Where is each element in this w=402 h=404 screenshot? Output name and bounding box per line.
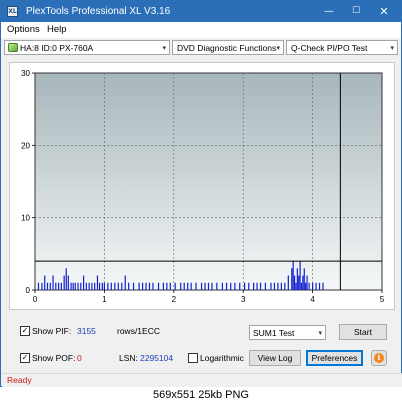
title-bar[interactable]: XL PlexTools Professional XL V3.16 — ☐ ✕ xyxy=(1,1,401,22)
rows-label: rows/1ECC xyxy=(117,326,160,336)
logarithmic-checkbox[interactable] xyxy=(188,353,198,363)
sum-test-value: SUM1 Test xyxy=(253,328,295,338)
pof-value: 0 xyxy=(77,353,82,363)
app-window: XL PlexTools Professional XL V3.16 — ☐ ✕… xyxy=(0,0,402,387)
show-pif-checkbox[interactable]: ✓ xyxy=(20,326,30,336)
chart-panel: 0 1 2 3 4 5 0 10 20 30 xyxy=(9,62,395,310)
info-icon: i xyxy=(374,353,384,363)
minimize-button[interactable]: — xyxy=(315,1,343,22)
drive-icon xyxy=(8,43,18,52)
y-tick-label: 20 xyxy=(21,141,30,150)
pif-value: 3155 xyxy=(77,326,96,336)
test-select[interactable]: Q-Check PI/PO Test ▾ xyxy=(286,40,398,55)
x-tick-label: 1 xyxy=(102,295,107,304)
status-text: Ready xyxy=(7,375,32,385)
chevron-down-icon: ▾ xyxy=(318,329,322,337)
x-tick-label: 2 xyxy=(172,295,177,304)
function-select[interactable]: DVD Diagnostic Functions ▾ xyxy=(172,40,284,55)
info-button[interactable]: i xyxy=(371,350,387,366)
start-button[interactable]: Start xyxy=(339,324,387,340)
menu-help[interactable]: Help xyxy=(47,24,67,36)
lsn-label: LSN: xyxy=(119,353,138,363)
chevron-down-icon: ▾ xyxy=(390,44,394,52)
view-log-button[interactable]: View Log xyxy=(249,350,301,366)
menu-options[interactable]: Options xyxy=(7,24,40,36)
lsn-value: 2295104 xyxy=(140,353,174,363)
x-tick-label: 5 xyxy=(380,295,385,304)
sum-test-select[interactable]: SUM1 Test ▾ xyxy=(249,325,326,340)
test-select-value: Q-Check PI/PO Test xyxy=(291,43,368,53)
y-tick-label: 30 xyxy=(21,69,30,78)
toolbar: HA:8 ID:0 PX-760A ▾ DVD Diagnostic Funct… xyxy=(1,38,401,58)
drive-select-value: HA:8 ID:0 PX-760A xyxy=(20,43,94,53)
show-pof-checkbox[interactable]: ✓ xyxy=(20,353,30,363)
pi-error-chart: 0 1 2 3 4 5 0 10 20 30 xyxy=(21,69,385,304)
y-tick-label: 0 xyxy=(26,286,31,295)
show-pof-label: Show POF: xyxy=(32,353,76,363)
image-caption: 569x551 25kb PNG xyxy=(152,389,249,401)
logarithmic-label: Logarithmic xyxy=(200,353,244,363)
menu-bar: Options Help xyxy=(1,22,401,38)
plot-area xyxy=(34,72,383,291)
status-bar: Ready xyxy=(2,373,402,387)
show-pif-label: Show PIF: xyxy=(32,326,72,336)
window-title: PlexTools Professional XL V3.16 xyxy=(26,6,171,17)
function-select-value: DVD Diagnostic Functions xyxy=(177,43,277,53)
maximize-button[interactable]: ☐ xyxy=(342,1,370,22)
x-tick-label: 0 xyxy=(33,295,38,304)
preferences-button[interactable]: Preferences xyxy=(306,350,363,366)
x-tick-label: 4 xyxy=(310,295,315,304)
close-button[interactable]: ✕ xyxy=(370,1,398,22)
drive-select[interactable]: HA:8 ID:0 PX-760A ▾ xyxy=(4,40,170,55)
x-tick-label: 3 xyxy=(241,295,246,304)
y-tick-label: 10 xyxy=(21,214,30,223)
chevron-down-icon: ▾ xyxy=(162,44,166,52)
app-icon: XL xyxy=(7,6,18,17)
chevron-down-icon: ▾ xyxy=(276,44,280,52)
